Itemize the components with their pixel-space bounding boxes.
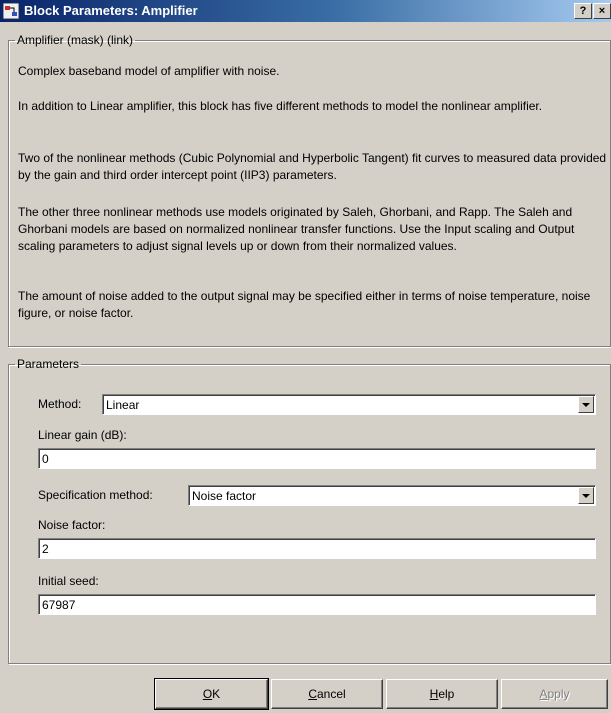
- description-paragraph-2: In addition to Linear amplifier, this bl…: [18, 99, 543, 113]
- apply-label: pply: [547, 687, 570, 701]
- cancel-button[interactable]: Cancel: [271, 679, 383, 709]
- help-button[interactable]: Help: [386, 679, 498, 709]
- simulink-block-icon: [3, 3, 19, 19]
- help-title-button[interactable]: ?: [574, 3, 592, 19]
- method-label: Method:: [38, 397, 82, 411]
- ok-label: K: [212, 687, 221, 701]
- description-paragraph-3: Two of the nonlinear methods (Cubic Poly…: [18, 151, 607, 182]
- close-title-button[interactable]: ×: [593, 3, 611, 19]
- noise-factor-label: Noise factor:: [38, 518, 106, 532]
- description-paragraph-5: The amount of noise added to the output …: [18, 289, 591, 320]
- chevron-down-icon[interactable]: [578, 396, 594, 413]
- window-title: Block Parameters: Amplifier: [24, 3, 198, 18]
- description-paragraph-4: The other three nonlinear methods use mo…: [18, 205, 575, 253]
- method-dropdown-value: Linear: [106, 398, 140, 412]
- cancel-label: ancel: [316, 687, 346, 701]
- description-paragraph-1: Complex baseband model of amplifier with…: [18, 64, 280, 78]
- ok-accel: O: [202, 687, 213, 701]
- ok-button[interactable]: OK: [154, 678, 269, 710]
- noise-factor-input[interactable]: 2: [38, 538, 596, 559]
- apply-accel: A: [539, 687, 548, 701]
- linear-gain-input[interactable]: 0: [38, 448, 596, 469]
- apply-button[interactable]: Apply: [501, 679, 608, 709]
- method-dropdown[interactable]: Linear: [102, 394, 596, 415]
- initial-seed-label: Initial seed:: [38, 574, 99, 588]
- linear-gain-label: Linear gain (dB):: [38, 428, 127, 442]
- specification-method-dropdown[interactable]: Noise factor: [188, 485, 596, 506]
- parameters-group-legend: Parameters: [17, 357, 80, 371]
- chevron-down-icon[interactable]: [578, 487, 594, 504]
- specification-method-label: Specification method:: [38, 488, 153, 502]
- title-bar[interactable]: Block Parameters: Amplifier ? ×: [0, 0, 611, 22]
- initial-seed-input[interactable]: 67987: [38, 594, 596, 615]
- cancel-accel: C: [308, 687, 317, 701]
- mask-group-legend: Amplifier (mask) (link): [17, 33, 134, 47]
- help-label: elp: [438, 687, 455, 701]
- specification-method-value: Noise factor: [192, 489, 257, 503]
